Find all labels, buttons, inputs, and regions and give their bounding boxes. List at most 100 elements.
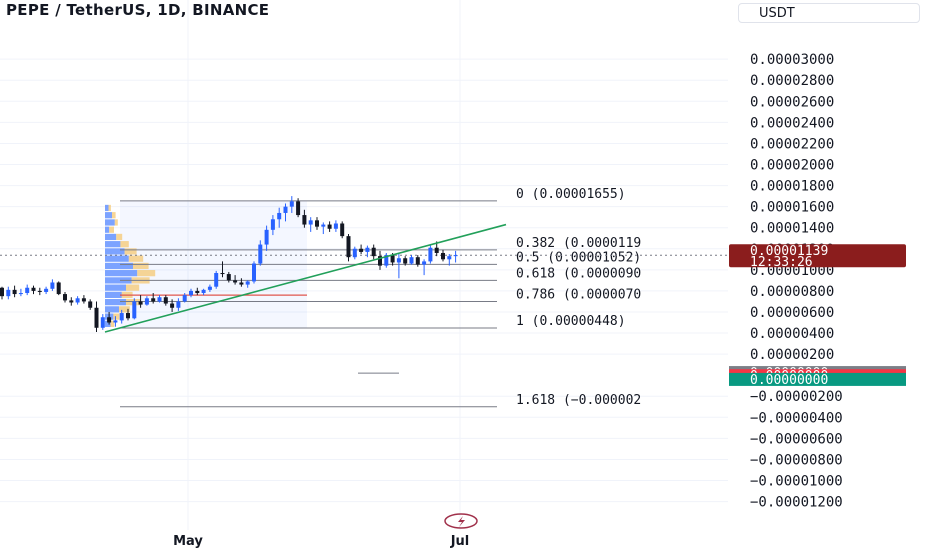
candle-body <box>195 290 200 294</box>
candle-body <box>44 288 49 292</box>
candle-body <box>25 287 30 294</box>
fib-level-label: 1 (0.00000448) <box>516 314 626 329</box>
price-tag-label: 0.00000000 <box>750 373 828 388</box>
candle-body <box>308 220 313 225</box>
candle-body <box>37 290 42 292</box>
candle-body <box>107 317 112 323</box>
candle-body <box>50 282 55 289</box>
time-axis-label: May <box>173 534 203 549</box>
price-axis-label: −0.00001000 <box>750 474 843 490</box>
candle-body <box>163 297 168 304</box>
price-axis-label: 0.00002200 <box>750 136 834 152</box>
volume-profile-bar <box>113 313 120 320</box>
time-axis-label: Jul <box>450 534 470 549</box>
lightning-icon-bolt <box>458 516 465 527</box>
candle-body <box>220 273 225 275</box>
price-axis-label: −0.00000400 <box>750 410 843 426</box>
candle-body <box>88 301 93 308</box>
candle-body <box>69 300 74 303</box>
candle-body <box>6 289 11 297</box>
candle-body <box>415 257 420 265</box>
candle-body <box>63 294 67 301</box>
candle-body <box>327 224 332 229</box>
volume-profile-bar <box>105 284 126 291</box>
candle-body <box>56 282 61 295</box>
volume-profile-bar <box>114 219 118 226</box>
volume-profile-bar <box>124 248 137 255</box>
candle-body <box>270 219 275 230</box>
candle-body <box>321 224 326 227</box>
candle-body <box>333 223 338 229</box>
candle-body <box>75 298 80 303</box>
candle-body <box>302 215 307 225</box>
candle-body <box>296 201 301 216</box>
fib-level-label: 0.786 (0.0000070 <box>516 287 641 302</box>
candle-body <box>453 255 458 257</box>
price-axis-label: 0.00001800 <box>750 179 834 195</box>
candle-body <box>359 248 364 252</box>
candle-body <box>189 290 193 296</box>
lightning-icon <box>444 513 478 529</box>
volume-profile-bar <box>105 212 112 219</box>
price-axis-label: 0.00002600 <box>750 94 834 110</box>
candle-body <box>119 313 124 321</box>
candle-body <box>18 293 23 295</box>
price-axis-label: −0.00001200 <box>750 495 843 511</box>
candle-body <box>396 258 401 263</box>
volume-profile-bar <box>105 204 109 212</box>
volume-profile-bar <box>112 212 116 219</box>
volume-profile-bar <box>105 299 126 306</box>
volume-profile-bar <box>105 306 119 313</box>
candle-body <box>434 247 439 253</box>
candle-body <box>422 261 427 265</box>
volume-profile-bar <box>105 233 117 241</box>
volume-profile-bar <box>108 204 111 212</box>
candle-body <box>365 247 370 252</box>
price-axis-label: 0.00000200 <box>750 347 834 363</box>
fib-level-label: 1.618 (−0.000002 <box>516 393 641 408</box>
volume-profile-bar <box>126 284 140 291</box>
volume-profile-bar <box>133 262 149 270</box>
price-axis-label: 0.00000800 <box>750 284 834 300</box>
volume-profile-bar <box>137 270 156 277</box>
volume-profile-bar <box>105 291 122 299</box>
candle-body <box>371 247 376 257</box>
volume-profile-bar <box>105 241 121 248</box>
price-axis-label: 0.00002800 <box>750 73 834 89</box>
candle-body <box>346 236 351 258</box>
volume-profile-bar <box>105 270 138 277</box>
candle-body <box>214 273 219 287</box>
candle-body <box>94 307 99 328</box>
candle-body <box>176 301 181 308</box>
candle-body <box>207 286 212 290</box>
candle-body <box>201 289 206 294</box>
volume-profile-bar <box>105 255 129 262</box>
candle-body <box>233 280 238 283</box>
candle-body <box>409 257 414 264</box>
chart-title: PEPE / TetherUS, 1D, BINANCE <box>6 1 270 19</box>
candle-body <box>239 282 244 285</box>
candle-body <box>315 220 319 227</box>
candle-body <box>100 317 105 328</box>
volume-profile-bar <box>128 255 144 262</box>
volume-profile-bar <box>105 248 125 255</box>
candle-body <box>245 281 250 285</box>
volume-profile-bar <box>120 241 129 248</box>
volume-profile-bar <box>105 262 133 270</box>
candle-body <box>226 274 231 281</box>
candle-body <box>390 255 395 263</box>
price-axis-label: 0.00002400 <box>750 115 834 131</box>
price-axis-label: 0.00001400 <box>750 221 834 237</box>
candle-body <box>81 298 86 302</box>
candle-body <box>182 295 187 302</box>
volume-profile-bar <box>105 219 115 226</box>
price-chart[interactable]: 0 (0.00001655) 0.382 (0.00001190.5 (0.000… <box>0 0 932 550</box>
candle-body <box>126 313 130 319</box>
price-axis-label: 0.00002000 <box>750 158 834 174</box>
fib-level-label: 0 (0.00001655) <box>516 187 626 202</box>
candle-body <box>0 287 4 297</box>
candle-body <box>132 301 137 319</box>
candle-body <box>12 289 17 295</box>
currency-selector[interactable]: USDT <box>738 3 920 23</box>
price-axis-label: 0.00001600 <box>750 200 834 216</box>
